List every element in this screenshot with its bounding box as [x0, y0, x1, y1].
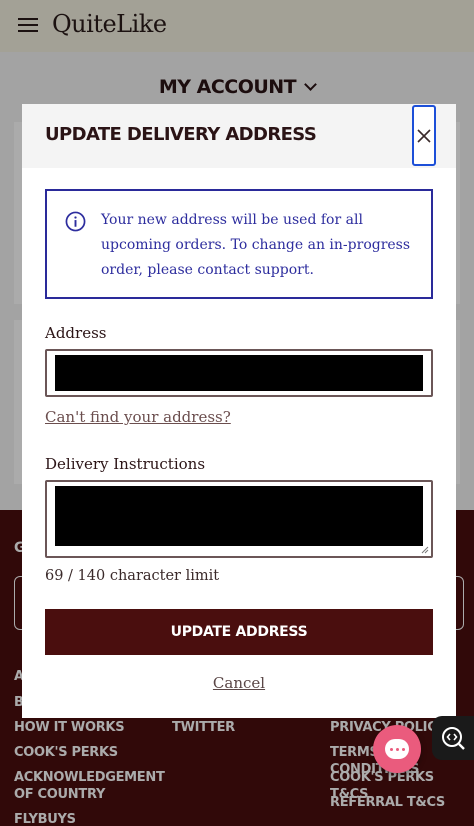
close-button[interactable]	[412, 105, 436, 166]
cant-find-address-link[interactable]: Can't find your address?	[45, 408, 231, 426]
instructions-value-redacted	[55, 486, 423, 546]
address-label: Address	[45, 324, 107, 342]
chat-button[interactable]	[373, 725, 421, 773]
delivery-instructions-label: Delivery Instructions	[45, 455, 206, 473]
info-icon	[65, 211, 86, 232]
resize-grip-icon[interactable]	[421, 546, 429, 554]
address-value-redacted	[55, 355, 423, 391]
accessibility-button[interactable]	[432, 716, 474, 760]
chat-icon	[385, 739, 409, 759]
cancel-link[interactable]: Cancel	[22, 674, 456, 692]
info-notice: Your new address will be used for all up…	[45, 189, 433, 299]
info-text: Your new address will be used for all up…	[101, 212, 411, 278]
update-address-modal: UPDATE DELIVERY ADDRESS Your new address…	[22, 104, 456, 718]
close-icon	[417, 128, 431, 143]
modal-title: UPDATE DELIVERY ADDRESS	[45, 124, 317, 145]
delivery-instructions-textarea[interactable]	[45, 480, 433, 558]
accessibility-icon	[442, 727, 465, 750]
update-address-button[interactable]: UPDATE ADDRESS	[45, 609, 433, 655]
character-limit-counter: 69 / 140 character limit	[45, 568, 220, 584]
address-input[interactable]	[45, 349, 433, 397]
modal-header: UPDATE DELIVERY ADDRESS	[22, 104, 456, 168]
